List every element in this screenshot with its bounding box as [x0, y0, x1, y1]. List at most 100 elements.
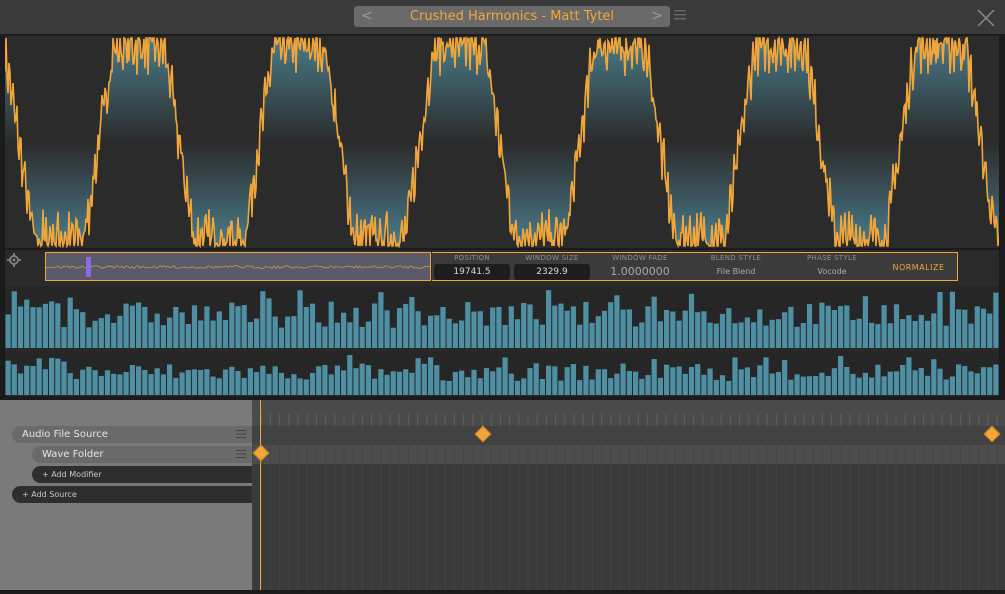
spectrum-bar [347, 355, 353, 395]
waveform-display[interactable] [4, 35, 1000, 250]
phase-style-value[interactable]: Vocode [786, 264, 878, 280]
spectrum-bar [36, 307, 42, 348]
spectrum-bar [154, 368, 160, 395]
hamburger-menu-icon[interactable] [236, 429, 246, 439]
spectrum-bar [446, 318, 452, 348]
spectrum-bar [664, 310, 670, 348]
spectrum-bar [794, 326, 800, 348]
spectrum-bar [881, 305, 887, 348]
playhead-line[interactable] [260, 400, 261, 590]
spectrum-bar [887, 323, 893, 348]
spectrum-bar [508, 373, 514, 395]
source-row-audio-file[interactable]: Audio File Source [12, 426, 252, 443]
window-fade-value[interactable]: 1.0000000 [594, 264, 686, 280]
spectrum-bar [204, 306, 210, 348]
timeline-ruler[interactable] [251, 400, 1005, 426]
spectrum-bar [390, 371, 396, 395]
spectrum-bar [533, 363, 539, 395]
spectrum-bar [856, 318, 862, 348]
spectrum-bar [844, 367, 850, 395]
gear-icon[interactable] [7, 253, 21, 267]
spectrum-bar [328, 374, 334, 395]
spectrum-bar [664, 364, 670, 395]
spectrum-bar [49, 357, 55, 395]
spectrum-bar [17, 306, 24, 348]
spectrum-bar [676, 320, 682, 348]
spectrum-bar [546, 290, 552, 348]
spectrum-bar [943, 379, 949, 395]
spectrum-bar [825, 375, 831, 395]
keyframe-track-area[interactable] [251, 426, 1005, 590]
add-modifier-button[interactable]: + Add Modifier [32, 466, 252, 483]
add-source-button[interactable]: + Add Source [12, 486, 252, 503]
spectrum-bar [570, 364, 576, 395]
spectrum-bar [651, 359, 657, 395]
keyframe-grid [251, 426, 1005, 590]
spectrum-bar [925, 375, 931, 395]
spectrum-bar [744, 367, 750, 395]
spectrum-bar [968, 323, 974, 348]
spectrum-bar [303, 379, 309, 395]
spectrum-bar [434, 315, 440, 348]
position-value[interactable]: 19741.5 [434, 264, 510, 280]
spectrum-bar [906, 315, 912, 348]
spectrum-bar [521, 378, 527, 395]
spectrum-bar [819, 302, 825, 348]
waveform-graph[interactable] [4, 35, 1000, 250]
hamburger-menu-icon[interactable] [236, 449, 246, 459]
spectrum-bar [421, 363, 427, 395]
spectrum-bar [782, 312, 788, 348]
spectrum-bar [670, 311, 676, 348]
prev-preset-button[interactable]: < [358, 6, 376, 27]
next-preset-button[interactable]: > [648, 6, 666, 27]
spectrum-bar [353, 307, 359, 348]
spectrum-background [5, 286, 999, 348]
spectrum-bar [42, 303, 48, 348]
spectrum-bar [216, 378, 222, 395]
spectrum-bar [428, 357, 434, 395]
hamburger-menu-icon[interactable] [674, 9, 686, 21]
spectrum-bar [533, 319, 539, 348]
spectrum-bar [272, 316, 278, 348]
spectrum-bar [471, 311, 477, 348]
spectrum-bar [831, 310, 837, 348]
spectrum-bar [862, 372, 868, 395]
spectrum-bar [291, 316, 297, 348]
spectrum-bar [670, 367, 676, 395]
blend-style-value[interactable]: File Blend [690, 264, 782, 280]
spectrum-bar [322, 364, 328, 395]
spectrum-bar [111, 322, 117, 348]
spectrum-phase-graph[interactable] [5, 351, 999, 395]
spectrum-bar [61, 327, 67, 348]
spectrum-bar [67, 373, 73, 395]
spectrum-bar [788, 379, 794, 395]
spectrum-bar [620, 363, 626, 395]
spectrum-bar [688, 367, 695, 395]
modifier-row-wave-folder[interactable]: Wave Folder [32, 446, 252, 463]
preset-title[interactable]: Crushed Harmonics - Matt Tytel [378, 6, 646, 27]
spectrum-bar [502, 325, 508, 348]
spectrum-bar [614, 373, 620, 395]
window-size-value[interactable]: 2329.9 [514, 264, 590, 280]
spectrum-bar [570, 306, 576, 348]
spectrum-bar [316, 366, 322, 395]
spectrum-bar [241, 305, 247, 348]
spectrum-bar [198, 320, 204, 348]
spectrum-bar [148, 322, 154, 348]
spectrum-bar [285, 378, 291, 395]
spectrum-bar [185, 324, 191, 348]
spectrum-bar [676, 366, 682, 395]
spectrum-amplitude-graph[interactable] [5, 286, 999, 348]
normalize-button[interactable]: NORMALIZE [880, 252, 958, 281]
spectrum-bar [55, 358, 61, 395]
close-icon[interactable] [976, 8, 996, 28]
spectrum-bar [247, 322, 253, 348]
spectrum-bar [732, 323, 738, 348]
spectrum-bar [645, 375, 651, 395]
spectrum-bar [483, 325, 490, 348]
spectrum-bar [918, 367, 924, 395]
preset-selector[interactable]: < Crushed Harmonics - Matt Tytel > [354, 6, 670, 27]
position-window-marker[interactable] [86, 257, 91, 277]
file-overview-strip[interactable] [45, 252, 431, 281]
spectrum-bar [539, 379, 545, 395]
